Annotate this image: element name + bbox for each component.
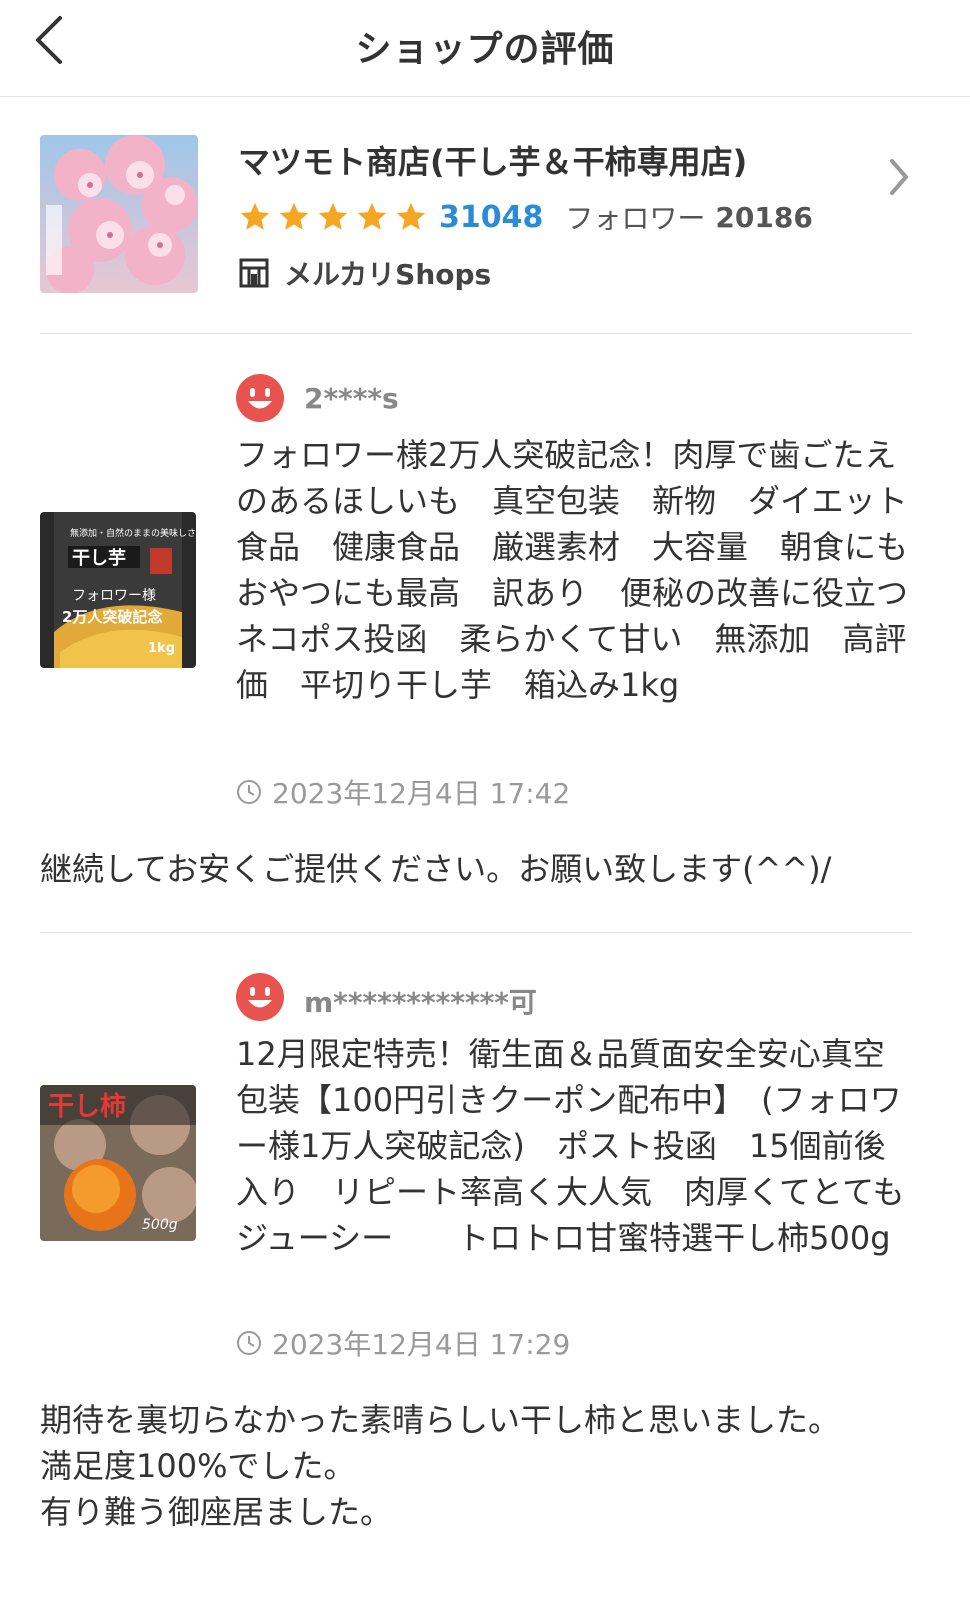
shop-summary[interactable]: マツモト商店(干し芋＆干柿専用店) 31048 フォロワー 20186 メルカリ…	[40, 97, 912, 334]
svg-text:1kg: 1kg	[148, 641, 175, 656]
shops-badge-label: メルカリShops	[284, 258, 492, 291]
product-title[interactable]: 12月限定特売！衛生面＆品質面安全安心真空包装【100円引きクーポン配布中】 (…	[236, 1031, 916, 1261]
follower-count: 20186	[715, 200, 813, 234]
reviewer-name: 2****s	[304, 382, 399, 415]
shop-image	[40, 135, 198, 293]
product-title[interactable]: フォロワー様2万人突破記念！肉厚で歯ごたえのあるほしいも 真空包装 新物 ダイエ…	[236, 432, 940, 708]
follower-label: フォロワー	[565, 202, 706, 235]
clock-icon	[237, 1331, 261, 1355]
app-header: ショップの評価	[0, 0, 970, 97]
svg-text:500g: 500g	[142, 1217, 178, 1233]
rating-stars	[238, 200, 433, 234]
rating-count[interactable]: 31048	[439, 200, 543, 235]
svg-text:干し芋: 干し芋	[72, 547, 126, 569]
chevron-right-icon[interactable]	[886, 155, 912, 199]
star-icon	[240, 202, 270, 230]
review-comment: 継続してお安くご提供ください。お願い致します(^^)/	[40, 850, 832, 888]
reviewer-name: m************可	[304, 986, 537, 1019]
review-date: 2023年12月4日 17:29	[236, 1323, 570, 1363]
star-icon	[396, 202, 426, 230]
review-date-text: 2023年12月4日 17:42	[272, 777, 571, 810]
shop-name[interactable]: マツモト商店(干し芋＆干柿専用店)	[238, 137, 747, 183]
smiley-avatar-icon	[236, 973, 284, 1021]
svg-text:無添加・自然のままの美味しさ: 無添加・自然のままの美味しさ	[70, 527, 196, 539]
review-comment: 期待を裏切らなかった素晴らしい干し柿と思いました。 満足度100%でした。 有り…	[40, 1401, 841, 1531]
svg-text:2万人突破記念: 2万人突破記念	[62, 608, 162, 626]
shops-badge: メルカリShops	[238, 253, 491, 293]
clock-icon	[237, 780, 261, 804]
svg-text:フォロワー様: フォロワー様	[72, 588, 156, 604]
product-image[interactable]: 干し柿 500g	[40, 1085, 196, 1241]
svg-text:干し柿: 干し柿	[48, 1091, 126, 1122]
product-image[interactable]: 干し芋 無添加・自然のままの美味しさ フォロワー様 2万人突破記念 1kg	[40, 512, 196, 668]
page-title: ショップの評価	[355, 29, 615, 70]
review-item: m************可 干し柿 500g 12月限定特売！衛生面＆品質面安…	[40, 933, 912, 1573]
smiley-avatar-icon	[236, 374, 284, 422]
review-date-text: 2023年12月4日 17:29	[272, 1328, 571, 1361]
star-icon	[279, 202, 309, 230]
star-icon	[357, 202, 387, 230]
shop-rating: 31048 フォロワー 20186	[238, 197, 813, 237]
review-date: 2023年12月4日 17:42	[236, 772, 570, 812]
storefront-icon	[239, 258, 269, 288]
star-icon	[318, 202, 348, 230]
review-item: 2****s 干し芋 無添加・自然のままの美味しさ フォロワー様 2万人突破記念…	[40, 334, 940, 933]
